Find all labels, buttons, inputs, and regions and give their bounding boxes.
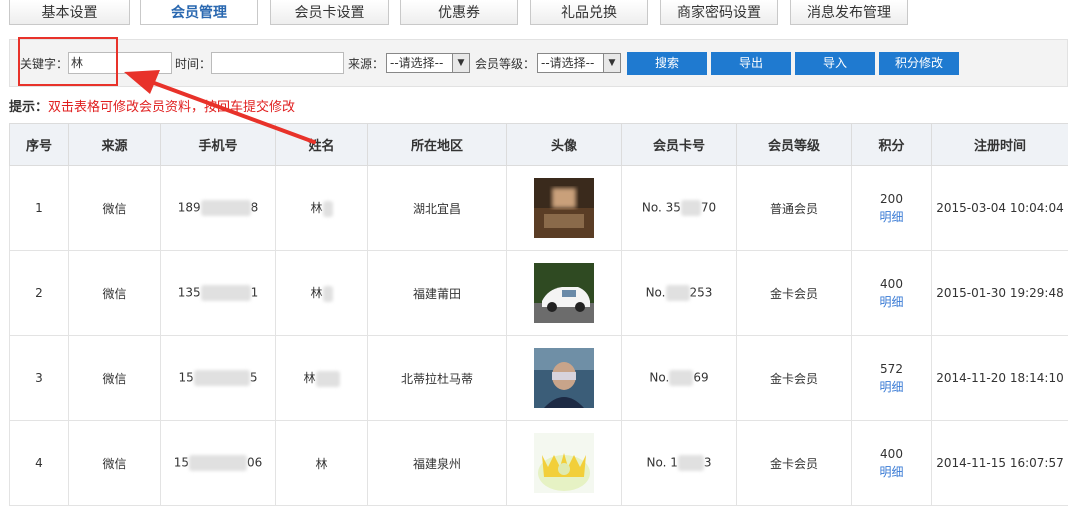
annotation-arrow-icon [0, 0, 1068, 501]
